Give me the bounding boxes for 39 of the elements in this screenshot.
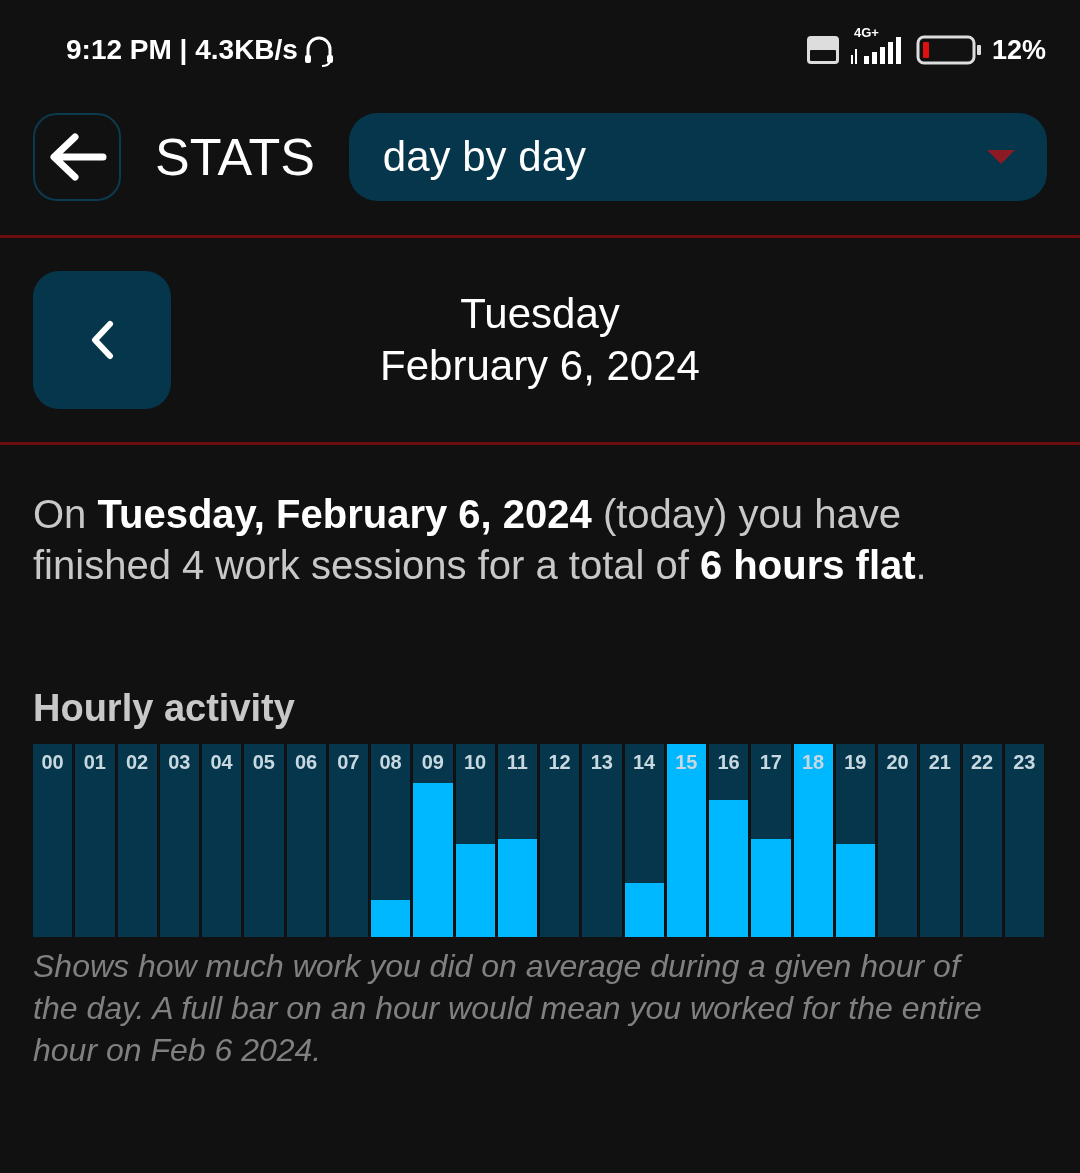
hour-label: 02 [126,751,149,773]
hour-label: 03 [168,751,191,773]
hour-label: 18 [802,751,825,773]
hour-label: 05 [252,751,275,773]
hour-label: 09 [421,751,444,773]
hour-label: 23 [1013,751,1036,773]
hour-label: 06 [295,751,318,773]
summary-text: On Tuesday, February 6, 2024 (today) you have finished 4 work sessions for a total of 6 hours flat. [33,491,928,589]
status-time: 9:12 PM | 4.3KB/s [66,34,298,66]
hour-label: 21 [928,751,951,773]
battery-icon [915,35,982,65]
hour-label: 14 [633,751,656,773]
battery-percent: 12% [991,34,1046,66]
network-type: 4G+ [853,25,879,40]
hour-label: 11 [506,751,528,773]
hour-label: 08 [379,751,402,773]
page-title: STATS [155,127,315,187]
back-arrow-icon [47,132,107,182]
chart-caption: Shows how much work you did on average during a given hour of the day. A full bar on an hour would mean you worked for the entire hour on Feb 6 2024. [33,947,983,1070]
back-button[interactable] [33,113,121,201]
hour-label: 19 [844,751,867,773]
chevron-left-icon [90,320,114,360]
hour-label: 17 [759,751,782,773]
weekday-label: Tuesday [460,289,620,339]
hour-label: 01 [83,751,106,773]
hour-label: 15 [675,751,698,773]
hour-label: 16 [717,751,740,773]
hour-label: 22 [971,751,994,773]
section-heading: Hourly activity [33,687,296,730]
hour-label: 13 [590,751,613,773]
hour-label: 10 [464,751,487,773]
hour-label: 07 [337,751,360,773]
hour-label: 00 [41,751,64,773]
hour-label: 04 [210,751,233,773]
period-dropdown[interactable]: day by day [348,113,1047,201]
caret-icon [987,150,1015,164]
date-label: February 6, 2024 [380,341,700,391]
hour-label: 12 [548,751,571,773]
hour-label: 20 [886,751,909,773]
